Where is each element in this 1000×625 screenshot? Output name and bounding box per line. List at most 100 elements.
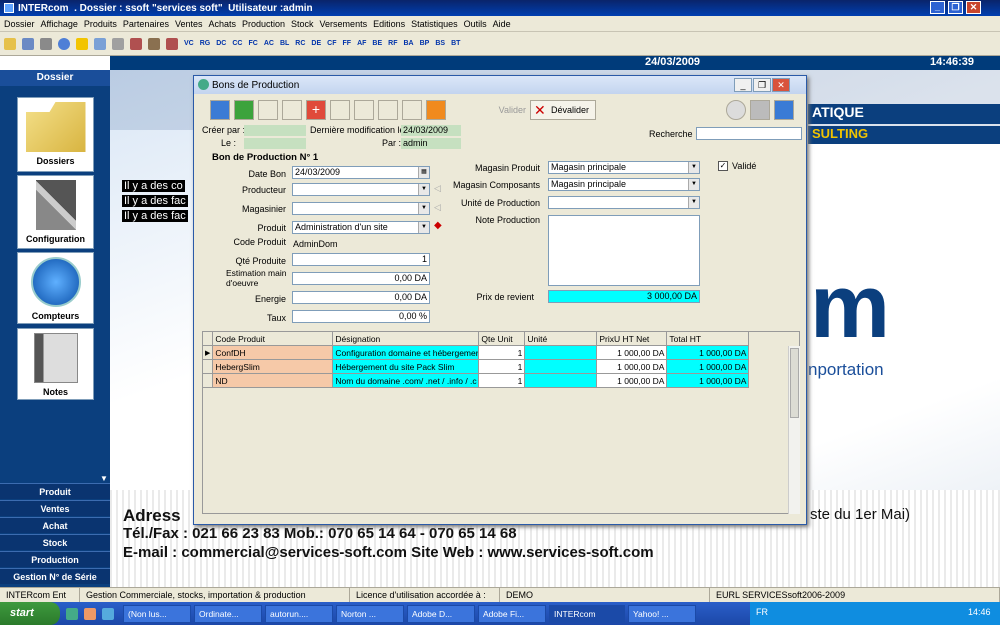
toolbar-code-button[interactable]: BL (280, 40, 289, 47)
settings-icon[interactable] (40, 37, 52, 50)
table-cell[interactable]: 1 000,00 DA (596, 345, 668, 360)
column-header[interactable]: Code Produit (212, 331, 334, 346)
magasinier-select[interactable]: ▼ (292, 202, 430, 215)
menu-item[interactable]: Outils (464, 19, 487, 29)
menu-item[interactable]: Achats (208, 19, 236, 29)
table-row[interactable]: HebergSlim Hébergement du site Pack Slim 1… (201, 359, 750, 374)
produit-select[interactable]: Administration d'un site ▼ (292, 221, 430, 234)
table-cell[interactable]: 1 000,00 DA (666, 359, 750, 374)
print-icon[interactable] (112, 37, 124, 50)
quicklaunch-icon[interactable] (84, 607, 96, 620)
start-button[interactable]: start (0, 602, 60, 625)
printer-icon[interactable] (750, 100, 770, 120)
delete-icon[interactable] (166, 37, 178, 50)
menu-item[interactable]: Partenaires (123, 19, 169, 29)
toolbar-code-button[interactable]: AC (264, 40, 274, 47)
table-cell[interactable]: 1 (478, 359, 526, 374)
recherche-input[interactable] (696, 127, 802, 140)
qte-produite-input[interactable]: 1 (292, 253, 430, 266)
taskbar-item[interactable]: Ordinate... (194, 604, 262, 623)
chevron-down-icon[interactable]: ▼ (688, 162, 699, 173)
column-header[interactable]: Total HT (666, 331, 750, 346)
chevron-down-icon[interactable]: ▼ (418, 222, 429, 233)
table-cell[interactable]: ConfDH (212, 345, 334, 360)
cursor-icon[interactable] (94, 37, 106, 50)
lookup-arrow-icon[interactable]: ◁ (434, 202, 441, 213)
nav-slot-5[interactable] (378, 100, 398, 120)
column-header[interactable]: Unité (524, 331, 598, 346)
toolbar-code-button[interactable]: RC (295, 40, 305, 47)
nav-gestion-serie[interactable]: Gestion N° de Série (0, 568, 110, 584)
taskbar-item[interactable]: Yahoo! ... (628, 604, 696, 623)
column-header[interactable]: PrixU HT Net (596, 331, 668, 346)
refresh-icon[interactable] (58, 37, 70, 50)
menu-item[interactable]: Stock (291, 19, 314, 29)
table-cell[interactable]: 1 (478, 345, 526, 360)
nav-produit[interactable]: Produit (0, 483, 110, 499)
taskbar-item[interactable]: Adobe D... (407, 604, 475, 623)
nav-achat[interactable]: Achat (0, 517, 110, 533)
toolbar-code-button[interactable]: BS (435, 40, 445, 47)
magasin-produit-select[interactable]: Magasin principale ▼ (548, 161, 700, 174)
toolbar-code-button[interactable]: FC (248, 40, 257, 47)
dialog-maximize-button[interactable]: ❐ (753, 78, 771, 92)
menu-item[interactable]: Produits (84, 19, 117, 29)
toolbar-code-button[interactable]: BE (372, 40, 382, 47)
nav-stock[interactable]: Stock (0, 534, 110, 550)
column-header[interactable]: Qte Unit (478, 331, 526, 346)
date-bon-field[interactable]: 24/03/2009 ▦ (292, 166, 430, 179)
sidebar-button-compteurs[interactable]: Compteurs (17, 252, 94, 324)
valide-checkbox[interactable]: ✓ (718, 161, 728, 171)
menu-item[interactable]: Statistiques (411, 19, 458, 29)
magasin-composants-select[interactable]: Magasin principale ▼ (548, 178, 700, 191)
nav-slot-3[interactable] (330, 100, 350, 120)
menu-item[interactable]: Ventes (175, 19, 203, 29)
nav-ventes[interactable]: Ventes (0, 500, 110, 516)
lookup-arrow-icon[interactable]: ◁ (434, 183, 441, 194)
table-row[interactable]: ND Nom du domaine .com/ .net / .info / .c… (201, 373, 750, 388)
quicklaunch-icon[interactable] (66, 607, 78, 620)
table-cell[interactable]: Hébergement du site Pack Slim (332, 359, 480, 374)
dialog-close-button[interactable]: ✕ (772, 78, 790, 92)
nav-production[interactable]: Production (0, 551, 110, 567)
energie-input[interactable]: 0,00 DA (292, 291, 430, 304)
table-cell[interactable] (524, 345, 598, 360)
taskbar-item[interactable]: INTERcom (549, 604, 625, 623)
taskbar-item[interactable]: Norton ... (336, 604, 404, 623)
toolbar-code-button[interactable]: CF (327, 40, 336, 47)
valider-button[interactable]: Valider (466, 101, 526, 119)
archive-icon[interactable] (148, 37, 160, 50)
table-cell[interactable]: 1 000,00 DA (666, 373, 750, 388)
toolbar-code-button[interactable]: BA (403, 40, 413, 47)
row-selector[interactable]: ▶ (201, 345, 214, 360)
menu-item[interactable]: Editions (373, 19, 405, 29)
table-cell[interactable]: HebergSlim (212, 359, 334, 374)
toolbar-code-button[interactable]: FF (343, 40, 352, 47)
taskbar-item[interactable]: (Non lus... (123, 604, 191, 623)
unite-production-select[interactable]: ▼ (548, 196, 700, 209)
taskbar-item[interactable]: Adobe Fi... (478, 604, 546, 623)
menu-item[interactable]: Affichage (41, 19, 78, 29)
close-button[interactable]: ✕ (966, 1, 981, 14)
language-indicator[interactable]: FR (756, 607, 768, 617)
row-selector[interactable] (201, 373, 214, 388)
menu-item[interactable]: Production (242, 19, 285, 29)
star-icon[interactable] (76, 37, 88, 50)
toolbar-code-button[interactable]: CC (232, 40, 242, 47)
clock-icon[interactable] (726, 100, 746, 120)
grid-scrollbar[interactable] (788, 346, 800, 514)
toolbar-code-button[interactable]: DE (311, 40, 321, 47)
table-cell[interactable] (524, 359, 598, 374)
producteur-select[interactable]: ▼ (292, 183, 430, 196)
note-production-textarea[interactable] (548, 215, 700, 286)
scroll-thumb[interactable] (790, 348, 799, 418)
previous-record-icon[interactable] (234, 100, 254, 120)
maximize-button[interactable]: ❐ (948, 1, 963, 14)
table-cell[interactable]: 1 000,00 DA (666, 345, 750, 360)
table-cell[interactable] (524, 373, 598, 388)
table-cell[interactable]: Nom du domaine .com/ .net / .info / .c (332, 373, 480, 388)
folder-icon[interactable] (4, 37, 16, 50)
toolbar-code-button[interactable]: RF (388, 40, 397, 47)
dialog-minimize-button[interactable]: _ (734, 78, 752, 92)
sidebar-button-notes[interactable]: Notes (17, 328, 94, 400)
